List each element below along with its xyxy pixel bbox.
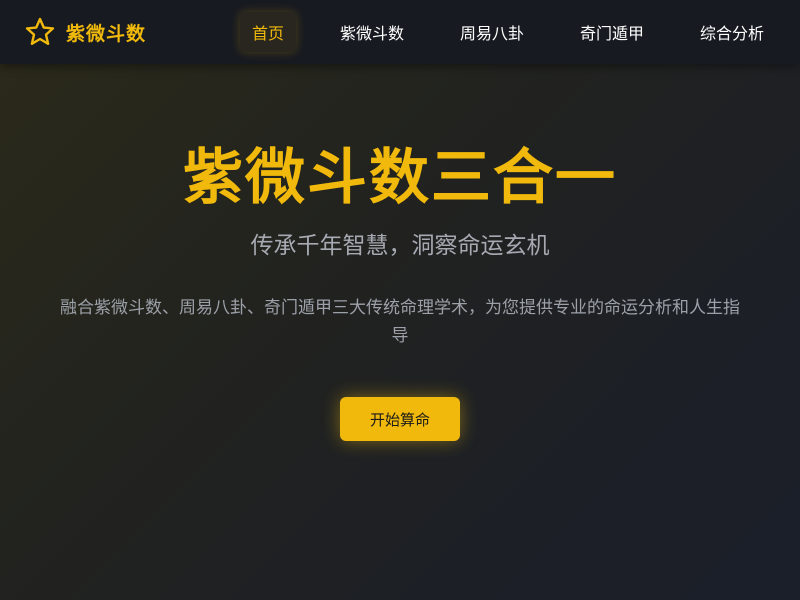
- nav-zhouyi[interactable]: 周易八卦: [452, 12, 532, 52]
- nav-analysis[interactable]: 综合分析: [692, 12, 772, 52]
- hero-description: 融合紫微斗数、周易八卦、奇门遁甲三大传统命理学术，为您提供专业的命运分析和人生指…: [60, 298, 740, 346]
- star-icon: [24, 16, 56, 48]
- brand-name: 紫微斗数: [66, 22, 147, 45]
- nav-home[interactable]: 首页: [240, 12, 296, 52]
- top-navbar: 紫微斗数 首页 紫微斗数 周易八卦 奇门遁甲 综合分析: [0, 0, 800, 64]
- nav-qimen[interactable]: 奇门遁甲: [572, 12, 652, 52]
- brand-logo[interactable]: 紫微斗数: [24, 14, 146, 50]
- hero-subtitle: 传承千年智慧，洞察命运玄机: [250, 233, 550, 259]
- hero-title: 紫微斗数三合一: [183, 143, 617, 213]
- nav-ziwei[interactable]: 紫微斗数: [332, 12, 412, 52]
- start-fortune-button[interactable]: 开始算命: [340, 397, 460, 441]
